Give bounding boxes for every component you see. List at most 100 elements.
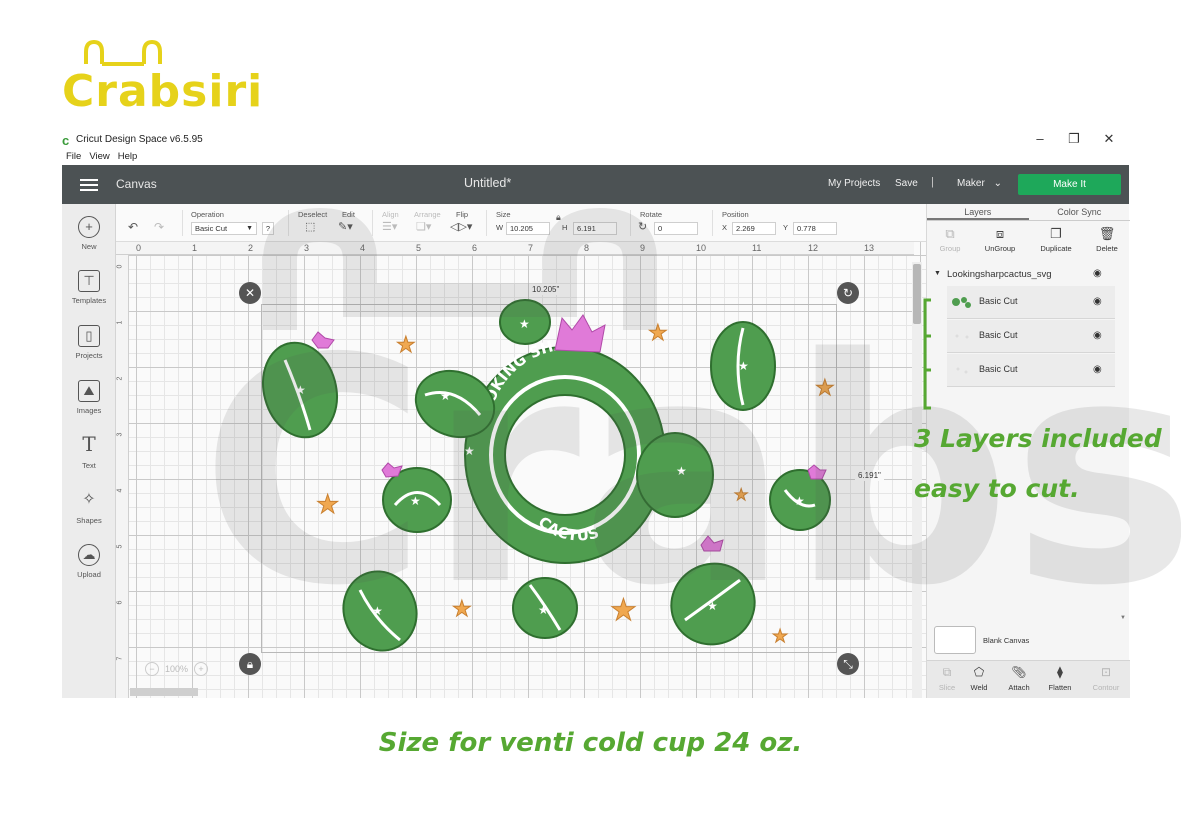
action-label: Duplicate xyxy=(1040,244,1072,253)
annotation-line-2: easy to cut. xyxy=(914,474,1080,503)
edit-wand-icon[interactable]: ✎▾ xyxy=(338,220,353,233)
tool-label: New xyxy=(81,242,97,251)
menu-view[interactable]: View xyxy=(89,151,109,163)
undo-icon[interactable]: ↶ xyxy=(128,220,138,234)
delete-handle-icon[interactable]: ✕ xyxy=(239,282,261,304)
menu-bar: File View Help xyxy=(66,151,137,163)
weld-icon: ⬠ xyxy=(973,665,985,679)
x-input[interactable]: 2.269 xyxy=(732,222,776,235)
duplicate-button[interactable]: ❐ Duplicate xyxy=(1033,224,1079,253)
flatten-button[interactable]: ⧫ Flatten xyxy=(1040,665,1080,692)
annotation-line-1: 3 Layers included xyxy=(914,424,1162,453)
tab-layers[interactable]: Layers xyxy=(927,204,1029,220)
height-input[interactable]: 6.191 xyxy=(573,222,617,235)
divider xyxy=(372,210,373,236)
weld-button[interactable]: ⬠ Weld xyxy=(959,665,999,692)
action-label: UnGroup xyxy=(984,244,1016,253)
minimize-button[interactable]: – xyxy=(1030,132,1050,148)
machine-select[interactable]: Maker ⌄ xyxy=(957,178,1002,189)
zoom-in-button[interactable]: + xyxy=(194,662,209,676)
ruler-tick-label: 2 xyxy=(248,243,254,253)
document-title[interactable]: Untitled* xyxy=(464,176,511,190)
ruler-tick-label: 11 xyxy=(752,243,762,253)
menu-help[interactable]: Help xyxy=(118,151,138,163)
my-projects-link[interactable]: My Projects xyxy=(828,178,880,189)
rotate-handle-icon[interactable]: ↻ xyxy=(837,282,859,304)
scroll-thumb[interactable] xyxy=(913,264,921,324)
ruler-tick-label: 0 xyxy=(116,264,124,269)
arrange-icon[interactable]: ❏▾ xyxy=(416,220,431,233)
layers-bracket xyxy=(923,298,931,410)
collapse-triangle-icon[interactable]: ▼ xyxy=(934,270,941,277)
blank-canvas-swatch[interactable] xyxy=(934,626,976,654)
tool-label: Attach xyxy=(1008,683,1030,692)
align-icon[interactable]: ☰▾ xyxy=(382,220,397,233)
plus-icon: + xyxy=(78,216,100,238)
ungroup-button[interactable]: ⧈ UnGroup xyxy=(977,224,1023,253)
layer-row[interactable]: Basic Cut ◉ xyxy=(947,320,1115,353)
tool-upload[interactable]: ☁ Upload xyxy=(62,544,116,579)
y-label: Y xyxy=(783,223,789,232)
blank-canvas-label: Blank Canvas xyxy=(983,636,1030,645)
menu-file[interactable]: File xyxy=(66,151,81,163)
align-label: Align xyxy=(382,210,399,219)
hamburger-menu-icon[interactable] xyxy=(80,179,98,191)
ruler-tick-label: 13 xyxy=(864,243,875,253)
scroll-down-arrow-icon[interactable]: ▼ xyxy=(1120,615,1126,621)
options-bar: ↶ ↷ Operation Basic Cut ▼ ? Deselect ⬚ E… xyxy=(116,204,926,242)
lock-icon[interactable]: 🔒︎ xyxy=(556,212,561,223)
width-input[interactable]: 10.205 xyxy=(506,222,550,235)
save-link[interactable]: Save xyxy=(895,178,918,189)
tool-images[interactable]: ⛰ Images xyxy=(62,380,116,415)
tool-shapes[interactable]: ✧ Shapes xyxy=(62,490,116,525)
redo-icon[interactable]: ↷ xyxy=(154,220,164,234)
position-label: Position xyxy=(722,210,749,219)
trash-icon: 🗑︎ xyxy=(1098,226,1116,241)
group-button[interactable]: ⧉ Group xyxy=(927,224,973,253)
help-button[interactable]: ? xyxy=(262,222,274,235)
close-window-button[interactable]: ✕ xyxy=(1099,132,1119,148)
tool-templates[interactable]: ⊤ Templates xyxy=(62,270,116,305)
resize-handle-icon[interactable]: ⤡ xyxy=(837,653,859,675)
selection-box[interactable] xyxy=(261,304,837,653)
maximize-button[interactable]: ❐ xyxy=(1064,132,1084,148)
eye-icon[interactable]: ◉ xyxy=(1093,296,1102,307)
arrange-label: Arrange xyxy=(414,210,441,219)
deselect-label: Deselect xyxy=(298,210,328,219)
layer-row[interactable]: Basic Cut ◉ xyxy=(947,286,1115,319)
header-separator: | xyxy=(931,176,934,188)
layer-group-row[interactable]: ▼ Lookingsharpcactus_svg ◉ xyxy=(927,266,1117,286)
ruler-tick-label: 7 xyxy=(116,656,124,661)
tool-label: Flatten xyxy=(1048,683,1072,692)
eye-icon[interactable]: ◉ xyxy=(1093,268,1102,279)
zoom-control: − 100% + xyxy=(145,661,209,677)
tool-new[interactable]: + New xyxy=(62,216,116,251)
tool-text[interactable]: T Text xyxy=(62,434,116,470)
delete-button[interactable]: 🗑︎ Delete xyxy=(1084,224,1130,253)
eye-icon[interactable]: ◉ xyxy=(1093,330,1102,341)
ruler-tick-label: 5 xyxy=(116,544,124,549)
tool-projects[interactable]: ▯ Projects xyxy=(62,325,116,360)
rotate-input[interactable]: 0 xyxy=(654,222,698,235)
size-label: Size xyxy=(496,210,511,219)
caption: Size for venti cold cup 24 oz. xyxy=(378,728,803,758)
deselect-icon[interactable]: ⬚ xyxy=(305,220,315,233)
contour-button[interactable]: ⊡ Contour xyxy=(1086,665,1126,692)
attach-button[interactable]: 📎︎ Attach xyxy=(999,665,1039,692)
eye-icon[interactable]: ◉ xyxy=(1093,364,1102,375)
zoom-out-button[interactable]: − xyxy=(145,662,159,676)
layer-actions: ⧉ Group ⧈ UnGroup ❐ Duplicate 🗑︎ Delete xyxy=(927,224,1130,262)
shirt-icon: ⊤ xyxy=(78,270,100,292)
dropdown-arrow-icon: ▼ xyxy=(246,225,253,232)
operation-select[interactable]: Basic Cut ▼ xyxy=(191,222,257,235)
lock-handle-icon[interactable]: 🔒︎ xyxy=(239,653,261,675)
tab-color-sync[interactable]: Color Sync xyxy=(1029,204,1131,220)
rotate-icon: ↻ xyxy=(638,221,648,233)
layer-row[interactable]: Basic Cut ◉ xyxy=(947,354,1115,387)
make-it-button[interactable]: Make It xyxy=(1018,174,1121,195)
y-input[interactable]: 0.778 xyxy=(793,222,837,235)
ruler-tick-label: 0 xyxy=(136,243,142,253)
divider xyxy=(630,210,631,236)
canvas-horizontal-scrollbar[interactable] xyxy=(130,688,198,696)
flip-icon[interactable]: ◁▷▾ xyxy=(450,220,472,233)
